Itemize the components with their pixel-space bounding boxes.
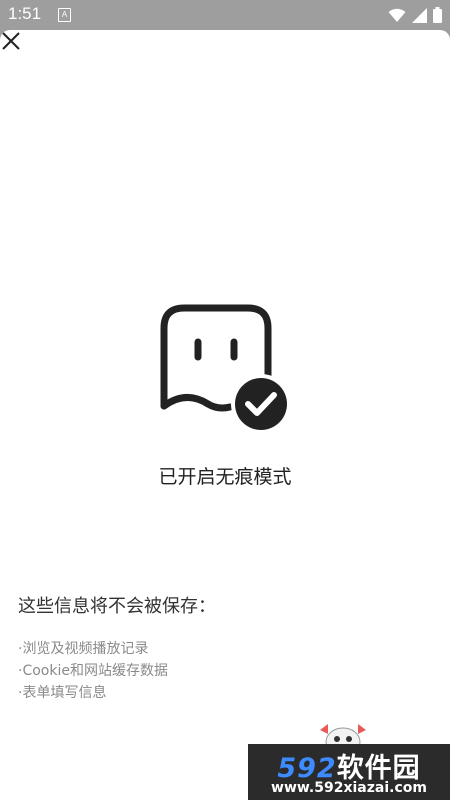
close-button[interactable] <box>0 30 24 54</box>
watermark: 592软件园 www.592xiazai.com <box>248 720 450 800</box>
incognito-title: 已开启无痕模式 <box>158 466 292 488</box>
battery-icon <box>433 7 442 23</box>
status-bar: 1:51 A <box>0 0 450 30</box>
list-item: ·Cookie和网站缓存数据 <box>18 663 168 679</box>
incognito-ghost-check-icon <box>160 304 292 436</box>
list-item: ·表单填写信息 <box>18 685 107 701</box>
signal-icon <box>412 7 427 23</box>
list-item: ·浏览及视频播放记录 <box>18 641 149 657</box>
status-time: 1:51 <box>8 4 42 23</box>
wifi-icon <box>388 8 406 22</box>
a-notification-icon: A <box>58 8 71 22</box>
info-list: ·浏览及视频播放记录 ·Cookie和网站缓存数据 ·表单填写信息 <box>18 638 168 704</box>
close-icon <box>2 32 20 50</box>
incognito-screen: 已开启无痕模式 这些信息将不会被保存： ·浏览及视频播放记录 ·Cookie和网… <box>0 30 450 800</box>
status-icons <box>388 6 442 24</box>
watermark-banner: 592软件园 www.592xiazai.com <box>248 744 450 800</box>
info-heading: 这些信息将不会被保存： <box>18 596 216 617</box>
watermark-url: www.592xiazai.com <box>271 780 427 796</box>
